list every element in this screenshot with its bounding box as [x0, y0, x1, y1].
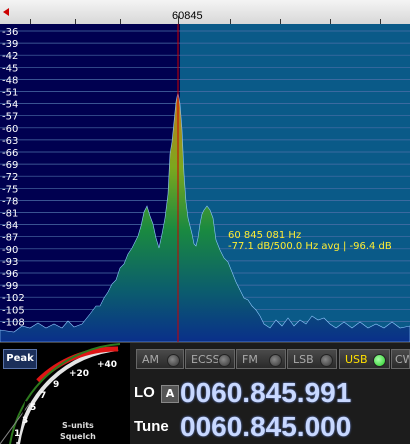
meter-label-5: 5	[30, 403, 37, 413]
spectrum-plot[interactable]: -36-39-42-45-48-51-54-57-60-63-66-69-72-…	[0, 24, 410, 342]
meter-label-3: 3	[22, 416, 29, 426]
mode-label-usb: USB	[345, 353, 368, 366]
scale-tick	[178, 16, 179, 24]
marker-readout: 60 845 081 Hz -77.1 dB/500.0 Hz avg | -9…	[228, 230, 392, 252]
spectrum-display[interactable]: -36 -39 -42 -45 -48 -51 -54 -57 -60 -63 -66 -69 -72-…	[0, 24, 410, 342]
s-units-caption: S-units	[62, 421, 94, 430]
mode-led-icon	[167, 354, 180, 367]
db-label: -57	[2, 112, 18, 123]
meter-label-7: 7	[40, 391, 47, 401]
db-label: -42	[2, 51, 18, 62]
mode-label-ecss: ECSS	[191, 353, 220, 366]
mode-label-cw: CW	[395, 353, 409, 366]
lo-label: LO	[134, 384, 155, 401]
db-label: -81	[2, 209, 18, 220]
marker-frequency: 60 845 081 Hz	[228, 230, 302, 241]
db-label: -84	[2, 221, 18, 232]
tune-frequency-row: Tune 0060.845.000	[134, 411, 410, 443]
db-label: -60	[2, 124, 18, 135]
meter-label-plus20: +20	[69, 369, 90, 379]
db-label: -93	[2, 257, 18, 268]
mode-label-am: AM	[142, 353, 160, 366]
mode-label-lsb: LSB	[293, 353, 314, 366]
db-label: -99	[2, 281, 18, 292]
mode-button-lsb[interactable]: LSB	[287, 349, 337, 369]
mode-led-icon	[218, 354, 231, 367]
peak-button[interactable]: Peak	[3, 349, 37, 369]
meter-label-9: 9	[53, 380, 60, 390]
mode-led-icon	[269, 354, 282, 367]
db-label: -75	[2, 184, 18, 195]
lo-frequency-row: LO A 0060.845.991	[134, 377, 410, 409]
db-label: -48	[2, 75, 18, 86]
mode-button-ecss[interactable]: ECSS	[185, 349, 235, 369]
mode-label-fm: FM	[242, 353, 258, 366]
mode-button-cw[interactable]: CW	[391, 349, 410, 369]
scroll-left-arrow-icon[interactable]	[3, 8, 9, 16]
mode-led-active-icon	[373, 354, 386, 367]
s-meter: Peak +40 +20 9 7 5 3 1 S-units Squelch	[0, 343, 130, 444]
db-label: -90	[2, 245, 18, 256]
meter-label-plus40: +40	[97, 360, 118, 370]
db-label: -87	[2, 233, 18, 244]
center-frequency-label: 60845	[172, 10, 203, 22]
frequency-scale[interactable]: 60845	[0, 0, 410, 25]
tune-label: Tune	[134, 418, 169, 435]
db-label: -45	[2, 63, 18, 74]
db-label: -96	[2, 269, 18, 280]
db-label: -36	[2, 27, 18, 38]
db-label: -51	[2, 88, 18, 99]
db-label: -102	[2, 293, 25, 304]
tune-frequency-value[interactable]: 0060.845.000	[180, 411, 351, 443]
db-label: -78	[2, 196, 18, 207]
db-label: -105	[2, 305, 25, 316]
meter-label-1: 1	[14, 429, 21, 439]
mode-button-usb[interactable]: USB	[339, 349, 390, 369]
squelch-caption: Squelch	[60, 432, 96, 441]
db-label: -69	[2, 160, 18, 171]
db-label: -72	[2, 172, 18, 183]
marker-level: -77.1 dB/500.0 Hz avg | -96.4 dB	[228, 241, 392, 252]
db-label: -54	[2, 100, 18, 111]
control-panel: Peak +40 +20 9 7 5 3 1 S-units Squelch A…	[0, 342, 410, 444]
lo-a-button[interactable]: A	[161, 385, 179, 403]
lo-frequency-value[interactable]: 0060.845.991	[180, 377, 351, 409]
mode-button-am[interactable]: AM	[136, 349, 184, 369]
db-label: -39	[2, 39, 18, 50]
mode-button-fm[interactable]: FM	[236, 349, 286, 369]
db-label: -66	[2, 148, 18, 159]
mode-led-icon	[320, 354, 333, 367]
db-label: -63	[2, 136, 18, 147]
